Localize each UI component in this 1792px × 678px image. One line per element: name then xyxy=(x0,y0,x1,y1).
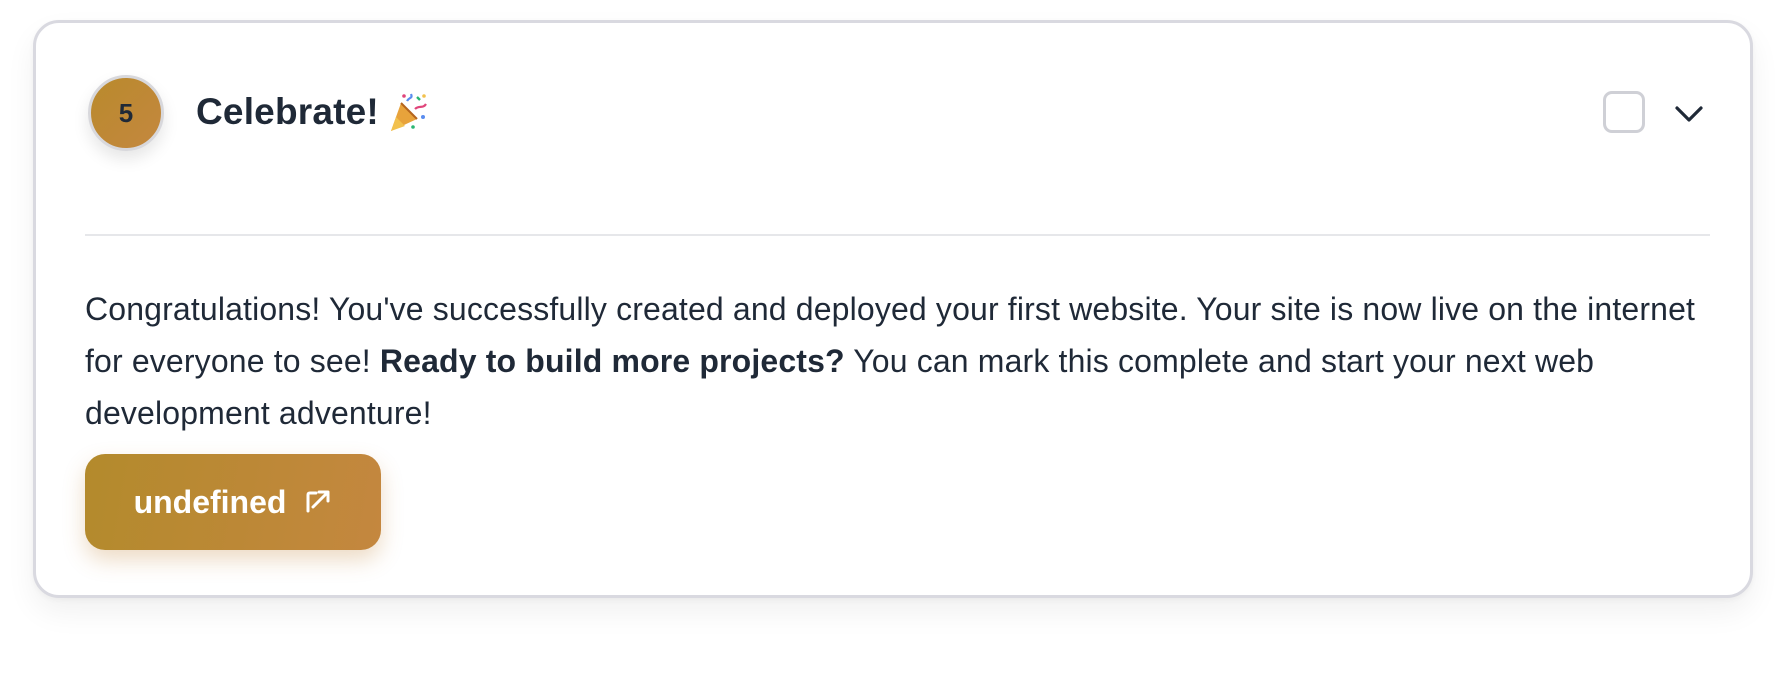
step-card-header[interactable]: 5 Celebrate! xyxy=(36,23,1750,223)
step-number-badge: 5 xyxy=(88,75,164,151)
step-number: 5 xyxy=(118,97,134,128)
chevron-down-icon[interactable] xyxy=(1673,97,1705,129)
link-button-label: undefined xyxy=(133,483,287,520)
description-emphasis: Ready to build more projects? xyxy=(379,343,845,379)
step-title: Celebrate! xyxy=(196,91,379,132)
external-link-icon xyxy=(304,488,332,516)
step-card: 5 Celebrate! Congratulations! You've suc… xyxy=(33,20,1753,598)
header-divider xyxy=(85,234,1710,236)
complete-checkbox[interactable] xyxy=(1603,91,1645,133)
step-title-group: Celebrate! xyxy=(196,87,429,137)
step-description: Congratulations! You've successfully cre… xyxy=(85,283,1725,439)
external-link-button[interactable]: undefined xyxy=(85,454,381,550)
party-popper-icon xyxy=(387,91,429,133)
